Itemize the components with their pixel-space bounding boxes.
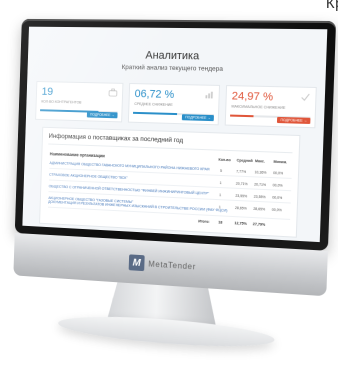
column-header-avg: Средний [237,158,253,163]
column-header-max: Макс. [255,159,265,163]
stat-label: кол-во контрагентов [41,100,81,105]
stat-card-max-decrease: 24,97 % максимальное снижение подробнее … [225,85,317,128]
column-header-min: Миним. [273,160,287,165]
chart-icon [204,91,213,99]
cell-min: 00,0% [272,196,282,201]
cell-avg: 7,77% [236,170,246,174]
cell-min: 00,0% [272,208,282,213]
check-icon [301,93,311,101]
cell-min: 00,0% [273,171,283,175]
monitor: Аналитика Краткий анализ текущего тендер… [6,7,338,367]
cell-avg: 20,71% [236,182,248,187]
cell-count: 1 [219,205,221,209]
stat-value: 06,72 % [134,88,174,101]
cell-min: 00,0% [273,183,283,188]
cell-count: 5 [220,169,222,173]
stat-value: 19 [41,86,53,98]
org-link[interactable]: СТРАХОВОЕ АКЦИОНЕРНОЕ ОБЩЕСТВО "ВСК" [49,173,128,180]
stat-card-avg-decrease: 06,72 % среднее снижение подробнее → [128,83,220,125]
screen: Аналитика Краткий анализ текущего тендер… [22,27,327,242]
org-link[interactable]: АДМИНИСТРАЦИЯ ОБЩЕСТВО ГАВАНСКОГО МУНИЦИ… [49,161,209,171]
stat-label: среднее снижение [134,102,173,107]
panel-title: Информация о поставщиках за последний го… [48,133,183,144]
stat-card-contractors: 19 кол-во контрагентов подробнее → [35,81,123,122]
metatender-logo-icon: M [129,254,145,271]
page-subtitle: Краткий анализ текущего тендера [28,62,326,74]
details-button[interactable]: подробнее → [87,112,117,119]
total-count: 18 [218,220,222,224]
page-title: Аналитика [28,48,327,64]
stat-value: 24,97 % [232,90,274,103]
suppliers-panel: Информация о поставщиках за последний го… [39,127,300,238]
briefcase-icon [109,88,118,96]
cell-max: 10,36% [255,170,267,175]
cell-avg: 28,65% [235,206,247,211]
org-link-second-line[interactable]: ДОКУМЕНТАЦИЯ И РЕЗУЛЬТАТОВ ИНЖЕНЕРНЫХ ИЗ… [48,200,227,213]
stat-label: максимальное снижение [231,104,285,109]
cell-max: 23,55% [254,195,266,200]
cell-count: 1 [219,193,221,197]
column-header-org: Наименование организации [50,151,105,158]
total-avg: 12,75% [234,221,247,226]
total-label: Итого: [198,219,209,224]
brand-name: MetaTender [148,259,196,271]
cell-count: 1 [220,181,222,185]
column-header-count: Кол-во [218,158,230,163]
cell-avg: 23,55% [235,194,247,199]
details-button[interactable]: подробнее → [277,117,310,124]
total-max: 27,79% [253,222,266,227]
details-button[interactable]: подробнее → [182,114,214,121]
cell-max: 20,71% [254,182,266,187]
cell-max: 28,65% [253,207,265,212]
